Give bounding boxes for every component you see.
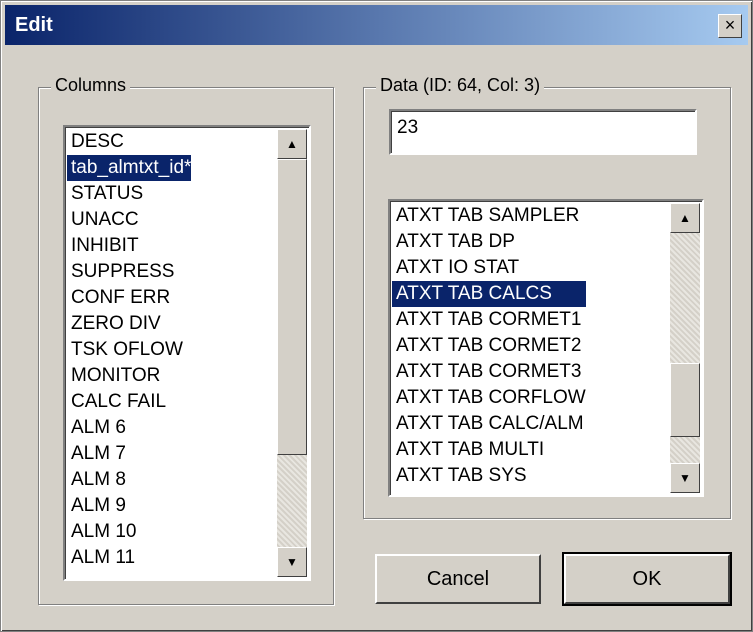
list-item[interactable]: ATXT TAB CALC/ALM bbox=[392, 411, 586, 437]
cancel-button[interactable]: Cancel bbox=[375, 554, 541, 604]
list-item[interactable]: SUPPRESS bbox=[67, 259, 191, 285]
list-item[interactable]: ATXT TAB MULTI bbox=[392, 437, 586, 463]
chevron-up-icon: ▲ bbox=[679, 211, 691, 225]
title-bar[interactable]: Edit × bbox=[5, 5, 748, 45]
data-listbox[interactable]: ATXT TAB SAMPLER ATXT TAB DP ATXT IO STAT A… bbox=[388, 199, 704, 497]
list-item[interactable]: ATXT TAB CORMET1 bbox=[392, 307, 586, 333]
scroll-thumb[interactable] bbox=[670, 363, 700, 437]
list-item[interactable]: ATXT TAB CORFLOW bbox=[392, 385, 586, 411]
data-legend: Data (ID: 64, Col: 3) bbox=[376, 75, 545, 96]
list-item[interactable]: ALM 7 bbox=[67, 441, 191, 467]
list-item[interactable]: tab_almtxt_id* bbox=[67, 155, 192, 181]
data-scrollbar[interactable]: ▲ ▼ bbox=[670, 203, 700, 493]
list-item[interactable]: ALM 9 bbox=[67, 493, 191, 519]
window-title: Edit bbox=[15, 14, 53, 36]
list-item[interactable]: ATXT TAB SAMPLER bbox=[392, 203, 586, 229]
list-item[interactable]: ATXT TAB CALCS bbox=[392, 281, 586, 307]
chevron-up-icon: ▲ bbox=[286, 137, 298, 151]
list-item[interactable]: ZERO DIV bbox=[67, 311, 191, 337]
columns-list: DESC tab_almtxt_id* STATUS UNACC INHIBIT SUPP… bbox=[67, 129, 192, 571]
edit-dialog: Edit × Columns DESC tab_almtxt_id* STATUS U… bbox=[0, 0, 753, 632]
scroll-up-button[interactable]: ▲ bbox=[670, 203, 700, 233]
close-icon: × bbox=[724, 15, 736, 35]
chevron-down-icon: ▼ bbox=[286, 555, 298, 569]
close-button[interactable]: × bbox=[718, 14, 742, 38]
list-item[interactable]: ALM 11 bbox=[67, 545, 191, 571]
columns-listbox[interactable]: DESC tab_almtxt_id* STATUS UNACC INHIBIT SUPP… bbox=[63, 125, 311, 581]
list-item[interactable]: ATXT IO STAT bbox=[392, 255, 586, 281]
list-item[interactable]: ATXT TAB CORMET3 bbox=[392, 359, 586, 385]
columns-scrollbar[interactable]: ▲ ▼ bbox=[277, 129, 307, 577]
data-list: ATXT TAB SAMPLER ATXT TAB DP ATXT IO STAT A… bbox=[392, 203, 586, 489]
list-item[interactable]: INHIBIT bbox=[67, 233, 191, 259]
list-item[interactable]: ATXT TAB DP bbox=[392, 229, 586, 255]
list-item[interactable]: ATXT TAB CORMET2 bbox=[392, 333, 586, 359]
list-item[interactable]: ATXT TAB SYS bbox=[392, 463, 586, 489]
scroll-down-button[interactable]: ▼ bbox=[670, 463, 700, 493]
list-item[interactable]: CONF ERR bbox=[67, 285, 191, 311]
chevron-down-icon: ▼ bbox=[679, 471, 691, 485]
scroll-thumb[interactable] bbox=[277, 159, 307, 455]
ok-button[interactable]: OK bbox=[562, 552, 732, 606]
list-item[interactable]: DESC bbox=[67, 129, 191, 155]
list-item[interactable]: TSK OFLOW bbox=[67, 337, 191, 363]
list-item[interactable]: MONITOR bbox=[67, 363, 191, 389]
list-item[interactable]: STATUS bbox=[67, 181, 191, 207]
scroll-up-button[interactable]: ▲ bbox=[277, 129, 307, 159]
list-item[interactable]: ALM 10 bbox=[67, 519, 191, 545]
scroll-down-button[interactable]: ▼ bbox=[277, 547, 307, 577]
list-item[interactable]: CALC FAIL bbox=[67, 389, 191, 415]
list-item[interactable]: ALM 8 bbox=[67, 467, 191, 493]
data-value-field[interactable]: 23 bbox=[389, 109, 697, 155]
columns-legend: Columns bbox=[51, 75, 131, 96]
list-item[interactable]: UNACC bbox=[67, 207, 191, 233]
list-item[interactable]: ALM 6 bbox=[67, 415, 191, 441]
